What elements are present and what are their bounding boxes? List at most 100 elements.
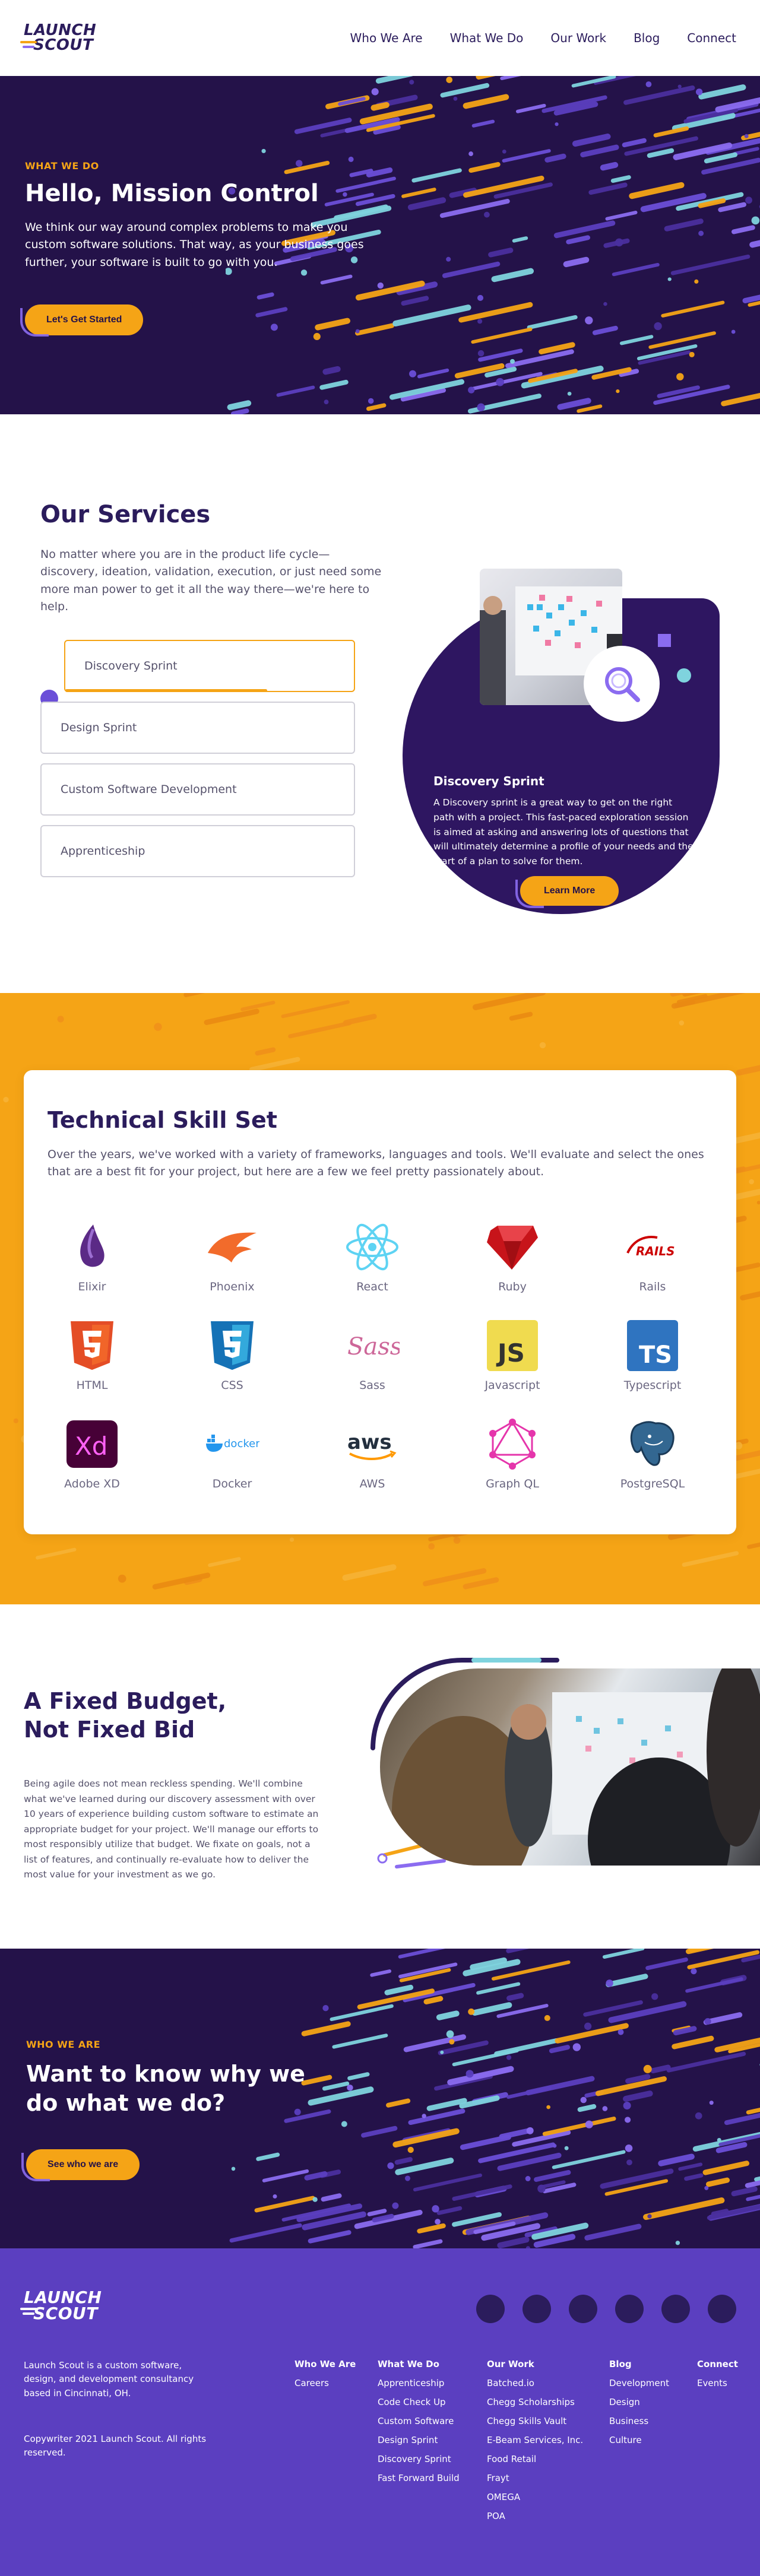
footer-column-heading[interactable]: Our Work	[487, 2359, 583, 2369]
rails-wordmark: RAILS	[636, 1244, 674, 1258]
see-who-we-are-button[interactable]: See who we are	[21, 2149, 140, 2181]
decorative-dash	[605, 211, 638, 221]
decorative-dash	[476, 1982, 521, 1995]
decorative-dash	[423, 1996, 444, 2004]
decorative-dot	[709, 2101, 714, 2105]
footer-logo[interactable]: LAUNCH SCOUT	[20, 2289, 102, 2321]
decorative-dash	[398, 1949, 446, 1959]
footer-column-heading[interactable]: What We Do	[378, 2359, 460, 2369]
decorative-dash	[721, 392, 760, 407]
decorative-dash	[746, 2107, 760, 2115]
decorative-dash	[497, 2152, 562, 2171]
main-nav: Who We Are What We Do Our Work Blog Conn…	[350, 31, 736, 45]
social-icon[interactable]	[522, 2295, 551, 2323]
decorative-dot	[407, 2146, 414, 2153]
footer-column-heading[interactable]: Who We Are	[294, 2359, 356, 2369]
footer-link[interactable]: Development	[609, 2378, 669, 2388]
decorative-dash	[509, 1011, 533, 1021]
footer-link[interactable]: Frayt	[487, 2473, 583, 2483]
decorative-dash	[463, 175, 544, 198]
decorative-dash	[577, 2104, 597, 2112]
footer-link[interactable]: Careers	[294, 2378, 356, 2388]
footer-link[interactable]: Business	[609, 2416, 669, 2426]
social-icon[interactable]	[661, 2295, 690, 2323]
js-wordmark: JS	[496, 1338, 525, 1368]
service-item-discovery-sprint[interactable]: Discovery Sprint	[64, 640, 355, 692]
learn-more-button[interactable]: Learn More	[515, 876, 619, 908]
decorative-dot	[312, 2197, 318, 2202]
footer-column-heading[interactable]: Connect	[697, 2359, 738, 2369]
service-item-design-sprint[interactable]: Design Sprint	[40, 702, 355, 754]
decorative-dot	[539, 1042, 546, 1049]
decorative-dash	[227, 400, 252, 411]
service-item-custom-software[interactable]: Custom Software Development	[40, 763, 355, 816]
decorative-dash	[36, 1547, 77, 1560]
footer-link[interactable]: Code Check Up	[378, 2397, 460, 2407]
decorative-dot	[496, 377, 504, 386]
nav-link-blog[interactable]: Blog	[634, 31, 660, 45]
nav-link-who-we-are[interactable]: Who We Are	[350, 31, 423, 45]
nav-link-our-work[interactable]: Our Work	[550, 31, 606, 45]
decorative-dot	[717, 2137, 721, 2142]
service-item-label: Discovery Sprint	[84, 659, 178, 672]
decorative-dash	[401, 188, 436, 198]
decorative-dot	[409, 370, 417, 377]
footer-link[interactable]: Food Retail	[487, 2454, 583, 2464]
decorative-dot	[704, 2185, 709, 2190]
footer-link[interactable]: Design Sprint	[378, 2435, 460, 2445]
decorative-dash	[471, 2002, 512, 2016]
decorative-dash	[471, 119, 495, 128]
decorative-dot	[341, 2121, 347, 2127]
get-started-button[interactable]: Let's Get Started	[20, 304, 144, 337]
skill-name: Docker	[212, 1477, 252, 1490]
footer-copyright: Copywriter 2021 Launch Scout. All rights…	[24, 2434, 207, 2458]
service-item-apprenticeship[interactable]: Apprenticeship	[40, 825, 355, 877]
footer-link[interactable]: Culture	[609, 2435, 669, 2445]
footer-column-what-we-do: What We Do Apprenticeship Code Check Up …	[378, 2359, 460, 2492]
footer-link[interactable]: Apprenticeship	[378, 2378, 460, 2388]
decorative-dash	[478, 348, 523, 362]
footer-link[interactable]: POA	[487, 2511, 583, 2521]
footer-link[interactable]: Design	[609, 2397, 669, 2407]
service-item-label: Design Sprint	[61, 721, 137, 734]
footer-link[interactable]: Batched.io	[487, 2378, 583, 2388]
skill-name: AWS	[359, 1477, 385, 1490]
decorative-dot	[567, 391, 572, 396]
social-icon[interactable]	[615, 2295, 644, 2323]
decorative-dash	[650, 2064, 671, 2074]
decorative-dot	[57, 1016, 64, 1023]
decorative-dash	[229, 2223, 302, 2243]
nav-link-connect[interactable]: Connect	[687, 31, 736, 45]
decorative-dash	[463, 94, 509, 109]
nav-link-what-we-do[interactable]: What We Do	[450, 31, 524, 45]
decorative-dot	[468, 386, 475, 394]
decorative-dash	[394, 2157, 413, 2165]
social-icon[interactable]	[708, 2295, 736, 2323]
social-icon[interactable]	[569, 2295, 597, 2323]
footer-link[interactable]: Chegg Skills Vault	[487, 2416, 583, 2426]
footer-link[interactable]: Custom Software	[378, 2416, 460, 2426]
who-content: WHO WE ARE Want to know why we do what w…	[21, 2039, 311, 2181]
decorative-dot	[526, 2127, 534, 2134]
footer-link[interactable]: OMEGA	[487, 2492, 583, 2502]
decorative-dot	[603, 302, 607, 306]
social-icon[interactable]	[476, 2295, 505, 2323]
footer-link[interactable]: Fast Forward Build	[378, 2473, 460, 2483]
decorative-dash	[505, 349, 574, 369]
decorative-dot	[428, 1543, 435, 1550]
footer-link[interactable]: Discovery Sprint	[378, 2454, 460, 2464]
footer-link[interactable]: Events	[697, 2378, 738, 2388]
footer-link[interactable]: E-Beam Services, Inc.	[487, 2435, 583, 2445]
decorative-dot	[676, 373, 684, 380]
decorative-dot	[477, 403, 485, 411]
footer-column-heading[interactable]: Blog	[609, 2359, 669, 2369]
skills-lead: Over the years, we've worked with a vari…	[48, 1148, 704, 1179]
launch-scout-logo[interactable]: LAUNCH SCOUT	[20, 23, 96, 53]
footer-link[interactable]: Chegg Scholarships	[487, 2397, 583, 2407]
decorative-dot	[616, 389, 620, 394]
decorative-dash	[661, 300, 725, 318]
decorative-dot	[392, 2202, 399, 2209]
decorative-dash	[557, 398, 591, 410]
docker-wordmark: docker	[224, 1438, 259, 1450]
decorative-dash	[502, 149, 551, 163]
